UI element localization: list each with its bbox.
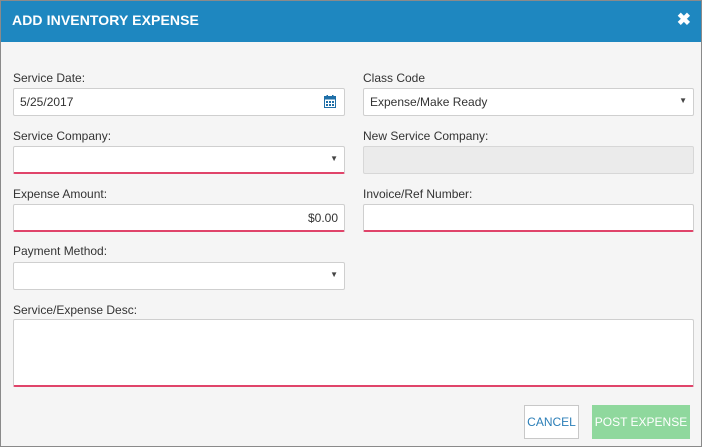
invoice-ref-input[interactable]	[363, 204, 694, 232]
class-code-value: Expense/Make Ready	[370, 95, 488, 109]
service-date-input[interactable]: 5/25/2017	[13, 88, 345, 116]
chevron-down-icon: ▼	[679, 96, 687, 105]
post-expense-button[interactable]: POST EXPENSE	[592, 405, 690, 439]
calendar-icon[interactable]	[324, 95, 336, 108]
new-service-company-label: New Service Company:	[363, 129, 489, 143]
class-code-select[interactable]: Expense/Make Ready ▼	[363, 88, 694, 116]
chevron-down-icon: ▼	[330, 270, 338, 279]
invoice-ref-label: Invoice/Ref Number:	[363, 187, 473, 201]
description-textarea[interactable]	[13, 319, 694, 387]
description-label: Service/Expense Desc:	[13, 303, 138, 317]
new-service-company-input	[363, 146, 694, 174]
service-company-label: Service Company:	[13, 129, 112, 143]
class-code-label: Class Code	[363, 71, 426, 85]
chevron-down-icon: ▼	[330, 154, 338, 163]
payment-method-select[interactable]: ▼	[13, 262, 345, 290]
dialog-title: ADD INVENTORY EXPENSE	[12, 12, 199, 28]
service-company-select[interactable]: ▼	[13, 146, 345, 174]
close-icon[interactable]: ✖	[677, 10, 691, 30]
cancel-button[interactable]: CANCEL	[524, 405, 579, 439]
service-date-value: 5/25/2017	[20, 95, 74, 109]
service-date-label: Service Date:	[13, 71, 86, 85]
expense-amount-input[interactable]: $0.00	[13, 204, 345, 232]
dialog-header: ADD INVENTORY EXPENSE ✖	[1, 1, 701, 42]
payment-method-label: Payment Method:	[13, 244, 108, 258]
add-inventory-expense-dialog: ADD INVENTORY EXPENSE ✖ Service Date: 5/…	[0, 0, 702, 447]
expense-amount-label: Expense Amount:	[13, 187, 108, 201]
expense-amount-value: $0.00	[307, 211, 338, 225]
